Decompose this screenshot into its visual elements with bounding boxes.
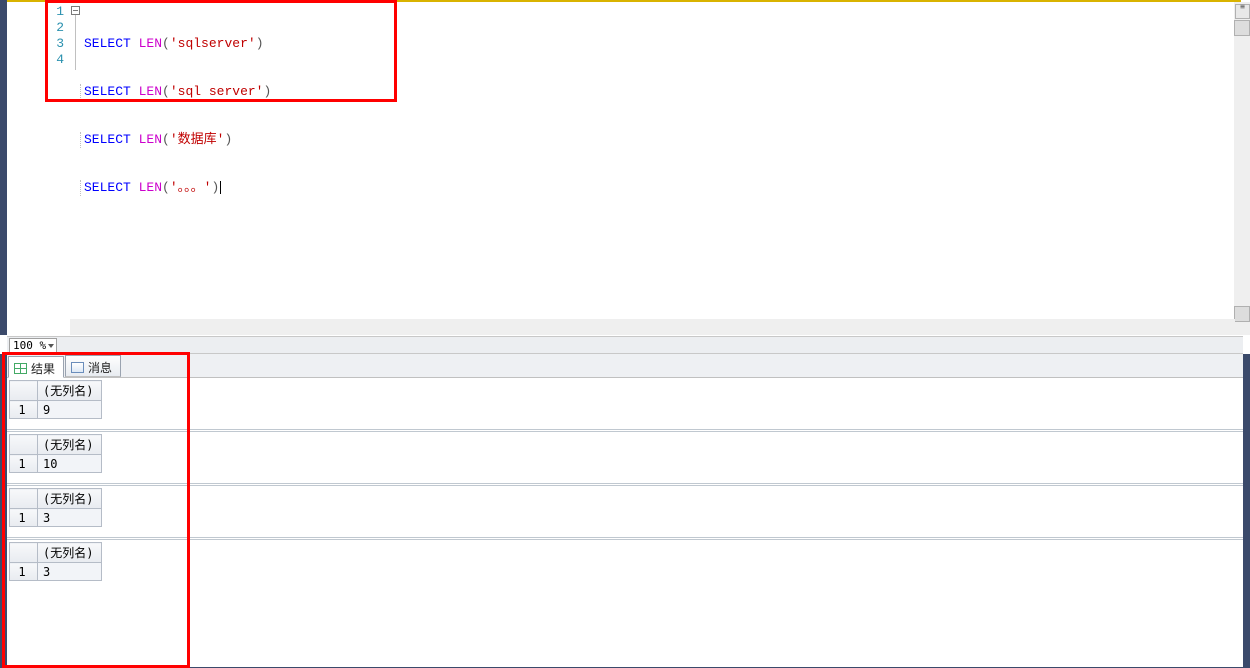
string-literal: 。。。	[178, 180, 204, 195]
string-literal: sqlserver	[178, 36, 248, 51]
paren: )	[211, 180, 219, 195]
scroll-down-button[interactable]	[1234, 306, 1250, 322]
scroll-up-button[interactable]	[1234, 20, 1250, 36]
code-line[interactable]: SELECT LEN('sqlserver')	[84, 36, 271, 52]
result-set: (无列名) 19	[7, 380, 1243, 429]
column-header[interactable]: (无列名)	[38, 543, 102, 563]
result-grid[interactable]: (无列名) 13	[9, 542, 102, 581]
line-number: 3	[7, 36, 70, 52]
keyword: SELECT	[84, 84, 131, 99]
row-header[interactable]: 1	[10, 563, 38, 581]
tab-messages[interactable]: 消息	[65, 355, 121, 377]
keyword: SELECT	[84, 180, 131, 195]
paren: )	[263, 84, 271, 99]
code-line[interactable]: SELECT LEN('sql server')	[80, 84, 271, 100]
paren: )	[256, 36, 264, 51]
zoom-dropdown[interactable]: 100 %	[9, 338, 57, 353]
code-line[interactable]: SELECT LEN('。。。')	[80, 180, 271, 196]
cell-value[interactable]: 3	[38, 509, 102, 527]
paren: (	[162, 180, 170, 195]
keyword: SELECT	[84, 132, 131, 147]
function: LEN	[139, 132, 162, 147]
function: LEN	[139, 36, 162, 51]
string-quote: '	[170, 36, 178, 51]
tab-label: 消息	[88, 359, 112, 376]
grid-icon	[14, 363, 27, 374]
result-set: (无列名) 110	[7, 429, 1243, 483]
text-cursor	[220, 181, 221, 194]
paren: (	[162, 36, 170, 51]
editor-vertical-scrollbar[interactable]: ≡	[1234, 2, 1250, 335]
sql-editor-pane: 1 2 3 4 SELECT LEN('sqlserver') SELECT L…	[0, 0, 1250, 335]
row-header[interactable]: 1	[10, 455, 38, 473]
line-number: 2	[7, 20, 70, 36]
zoom-bar: 100 %	[7, 336, 1243, 354]
code-line[interactable]: SELECT LEN('数据库')	[80, 132, 271, 148]
string-quote: '	[170, 84, 178, 99]
tab-label: 结果	[31, 360, 55, 377]
paren: )	[224, 132, 232, 147]
result-set: (无列名) 13	[7, 537, 1243, 591]
function: LEN	[139, 84, 162, 99]
line-number: 1	[7, 4, 70, 20]
split-handle-icon[interactable]: ≡	[1235, 4, 1250, 19]
function: LEN	[139, 180, 162, 195]
grid-corner[interactable]	[10, 489, 38, 509]
keyword: SELECT	[84, 36, 131, 51]
paren: (	[162, 84, 170, 99]
tab-results[interactable]: 结果	[8, 356, 64, 378]
string-literal: 数据库	[178, 132, 217, 147]
line-number-gutter: 1 2 3 4	[7, 4, 70, 319]
results-body: (无列名) 19 (无列名) 110 (无列名) 13 (无列名) 13	[7, 378, 1243, 667]
grid-corner[interactable]	[10, 435, 38, 455]
string-quote: '	[170, 180, 178, 195]
results-tabstrip: 结果 消息	[7, 354, 1243, 378]
result-grid[interactable]: (无列名) 19	[9, 380, 102, 419]
column-header[interactable]: (无列名)	[38, 435, 102, 455]
result-grid[interactable]: (无列名) 13	[9, 488, 102, 527]
row-header[interactable]: 1	[10, 401, 38, 419]
fold-column	[70, 4, 82, 319]
messages-icon	[71, 362, 84, 373]
zoom-value: 100 %	[13, 339, 46, 352]
result-set: (无列名) 13	[7, 483, 1243, 537]
row-header[interactable]: 1	[10, 509, 38, 527]
string-quote: '	[170, 132, 178, 147]
cell-value[interactable]: 3	[38, 563, 102, 581]
line-number: 4	[7, 52, 70, 68]
results-pane: 结果 消息 (无列名) 19 (无列名) 110 (无列名) 13	[0, 354, 1250, 668]
fold-guide-line	[75, 15, 76, 70]
code-area[interactable]: SELECT LEN('sqlserver') SELECT LEN('sql …	[84, 4, 271, 228]
string-literal: sql server	[178, 84, 256, 99]
editor-horizontal-scrollbar[interactable]	[70, 319, 1235, 335]
string-quote: '	[248, 36, 256, 51]
editor-inner: 1 2 3 4 SELECT LEN('sqlserver') SELECT L…	[7, 2, 1229, 317]
column-header[interactable]: (无列名)	[38, 381, 102, 401]
result-grid[interactable]: (无列名) 110	[9, 434, 102, 473]
grid-corner[interactable]	[10, 543, 38, 563]
cell-value[interactable]: 10	[38, 455, 102, 473]
cell-value[interactable]: 9	[38, 401, 102, 419]
grid-corner[interactable]	[10, 381, 38, 401]
fold-toggle-icon[interactable]	[71, 6, 80, 15]
paren: (	[162, 132, 170, 147]
column-header[interactable]: (无列名)	[38, 489, 102, 509]
